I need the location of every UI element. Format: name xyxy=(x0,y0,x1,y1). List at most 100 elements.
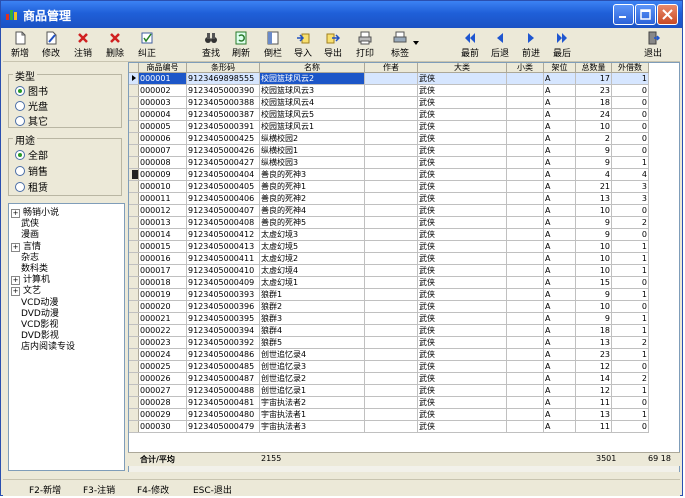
table-cell[interactable]: A xyxy=(543,408,576,421)
table-cell[interactable]: 1 xyxy=(611,156,649,169)
table-cell[interactable] xyxy=(506,240,544,253)
table-cell[interactable]: 0 xyxy=(611,144,649,157)
table-cell[interactable]: 9123405000480 xyxy=(186,408,260,421)
table-row[interactable]: 000019 9123405000393 狼群1 武侠 A 9 1 xyxy=(129,288,649,301)
table-cell[interactable]: 武侠 xyxy=(417,228,507,241)
table-cell[interactable]: 武侠 xyxy=(417,252,507,265)
table-cell[interactable]: 9123469898555 xyxy=(186,72,260,85)
tree-item[interactable]: + 文艺 xyxy=(11,286,41,297)
table-cell[interactable]: 13 xyxy=(575,192,612,205)
correct-button[interactable]: 纠正 xyxy=(135,31,159,59)
table-cell[interactable]: A xyxy=(543,336,576,349)
tree-item[interactable]: DVD动漫 xyxy=(21,309,59,320)
table-cell[interactable]: 4 xyxy=(611,168,649,181)
table-cell[interactable]: 10 xyxy=(575,240,612,253)
horizontal-scrollbar[interactable] xyxy=(129,466,679,472)
table-cell[interactable]: 000012 xyxy=(138,204,187,217)
table-cell[interactable]: 000003 xyxy=(138,96,187,109)
table-cell[interactable]: 创世追忆录4 xyxy=(259,348,365,361)
table-cell[interactable]: 18 xyxy=(575,324,612,337)
table-cell[interactable]: 1 xyxy=(611,240,649,253)
table-cell[interactable]: 9123405000411 xyxy=(186,252,260,265)
table-cell[interactable]: 武侠 xyxy=(417,204,507,217)
row-indicator[interactable] xyxy=(129,360,139,373)
table-row[interactable]: 000029 9123405000480 宇宙执法者1 武侠 A 13 1 xyxy=(129,408,649,421)
table-cell[interactable]: 9123405000404 xyxy=(186,168,260,181)
table-cell[interactable]: A xyxy=(543,144,576,157)
table-cell[interactable]: 1 xyxy=(611,312,649,325)
table-cell[interactable] xyxy=(506,384,544,397)
table-cell[interactable]: 0 xyxy=(611,276,649,289)
table-cell[interactable] xyxy=(506,84,544,97)
label-print-button[interactable]: 标签 xyxy=(385,31,415,59)
table-cell[interactable] xyxy=(506,348,544,361)
row-indicator[interactable] xyxy=(129,240,139,253)
table-cell[interactable]: 000013 xyxy=(138,216,187,229)
table-cell[interactable]: 9 xyxy=(575,216,612,229)
table-row[interactable]: 000007 9123405000426 纵横校园1 武侠 A 9 0 xyxy=(129,144,649,157)
first-record-button[interactable]: 最前 xyxy=(458,31,482,59)
row-indicator[interactable] xyxy=(129,288,139,301)
table-cell[interactable] xyxy=(364,276,418,289)
table-cell[interactable]: 000016 xyxy=(138,252,187,265)
table-cell[interactable]: 10 xyxy=(575,120,612,133)
table-cell[interactable]: A xyxy=(543,348,576,361)
table-cell[interactable] xyxy=(506,228,544,241)
row-indicator[interactable] xyxy=(129,144,139,157)
table-cell[interactable] xyxy=(506,288,544,301)
column-header[interactable]: 条形码 xyxy=(186,63,260,73)
table-row[interactable]: 000013 9123405000408 善良的死神5 武侠 A 9 2 xyxy=(129,216,649,229)
table-cell[interactable] xyxy=(364,336,418,349)
table-row[interactable]: 000014 9123405000412 太虚幻境3 武侠 A 9 0 xyxy=(129,228,649,241)
category-radio-books[interactable]: 图书 xyxy=(15,83,48,98)
table-cell[interactable]: 1 xyxy=(611,324,649,337)
row-indicator[interactable] xyxy=(129,156,139,169)
columns-button[interactable]: 倒栏 xyxy=(261,31,285,59)
table-cell[interactable]: 9 xyxy=(575,144,612,157)
table-cell[interactable]: 武侠 xyxy=(417,108,507,121)
table-cell[interactable]: 000022 xyxy=(138,324,187,337)
table-cell[interactable]: 善良的死神2 xyxy=(259,192,365,205)
table-cell[interactable]: 创世追忆录2 xyxy=(259,372,365,385)
table-cell[interactable]: 武侠 xyxy=(417,216,507,229)
minimize-button[interactable] xyxy=(613,4,634,25)
table-cell[interactable]: A xyxy=(543,168,576,181)
table-cell[interactable] xyxy=(364,240,418,253)
table-cell[interactable]: 武侠 xyxy=(417,336,507,349)
table-cell[interactable]: 000029 xyxy=(138,408,187,421)
table-cell[interactable]: 000021 xyxy=(138,312,187,325)
table-cell[interactable]: 000015 xyxy=(138,240,187,253)
category-radio-other[interactable]: 其它 xyxy=(15,113,48,128)
usage-radio-rent[interactable]: 租赁 xyxy=(15,179,48,194)
table-cell[interactable]: 000010 xyxy=(138,180,187,193)
table-cell[interactable]: 太虚幻境2 xyxy=(259,252,365,265)
exit-button[interactable]: 退出 xyxy=(641,31,665,59)
table-cell[interactable]: 3 xyxy=(611,192,649,205)
table-cell[interactable]: 9123405000407 xyxy=(186,204,260,217)
refresh-button[interactable]: 刷新 xyxy=(229,31,253,59)
table-cell[interactable]: 0 xyxy=(611,300,649,313)
table-cell[interactable]: A xyxy=(543,228,576,241)
category-radio-discs[interactable]: 光盘 xyxy=(15,98,48,113)
table-cell[interactable]: 纵横校园2 xyxy=(259,132,365,145)
table-cell[interactable] xyxy=(364,204,418,217)
row-indicator[interactable] xyxy=(129,312,139,325)
table-cell[interactable]: 9123405000486 xyxy=(186,348,260,361)
table-cell[interactable]: A xyxy=(543,420,576,433)
table-cell[interactable]: 10 xyxy=(575,300,612,313)
table-cell[interactable]: 23 xyxy=(575,84,612,97)
table-cell[interactable]: 13 xyxy=(575,408,612,421)
table-row[interactable]: 000018 9123405000409 太虚幻境1 武侠 A 15 0 xyxy=(129,276,649,289)
tree-item[interactable]: 漫画 xyxy=(21,230,39,241)
table-cell[interactable] xyxy=(364,216,418,229)
table-cell[interactable]: 武侠 xyxy=(417,408,507,421)
table-cell[interactable]: 校园篮球风云1 xyxy=(259,120,365,133)
row-indicator[interactable] xyxy=(129,168,139,181)
table-cell[interactable]: A xyxy=(543,132,576,145)
table-cell[interactable]: 1 xyxy=(611,252,649,265)
table-cell[interactable]: 宇宙执法者1 xyxy=(259,408,365,421)
table-cell[interactable] xyxy=(506,132,544,145)
row-indicator[interactable] xyxy=(129,180,139,193)
table-cell[interactable] xyxy=(364,396,418,409)
table-cell[interactable] xyxy=(506,360,544,373)
